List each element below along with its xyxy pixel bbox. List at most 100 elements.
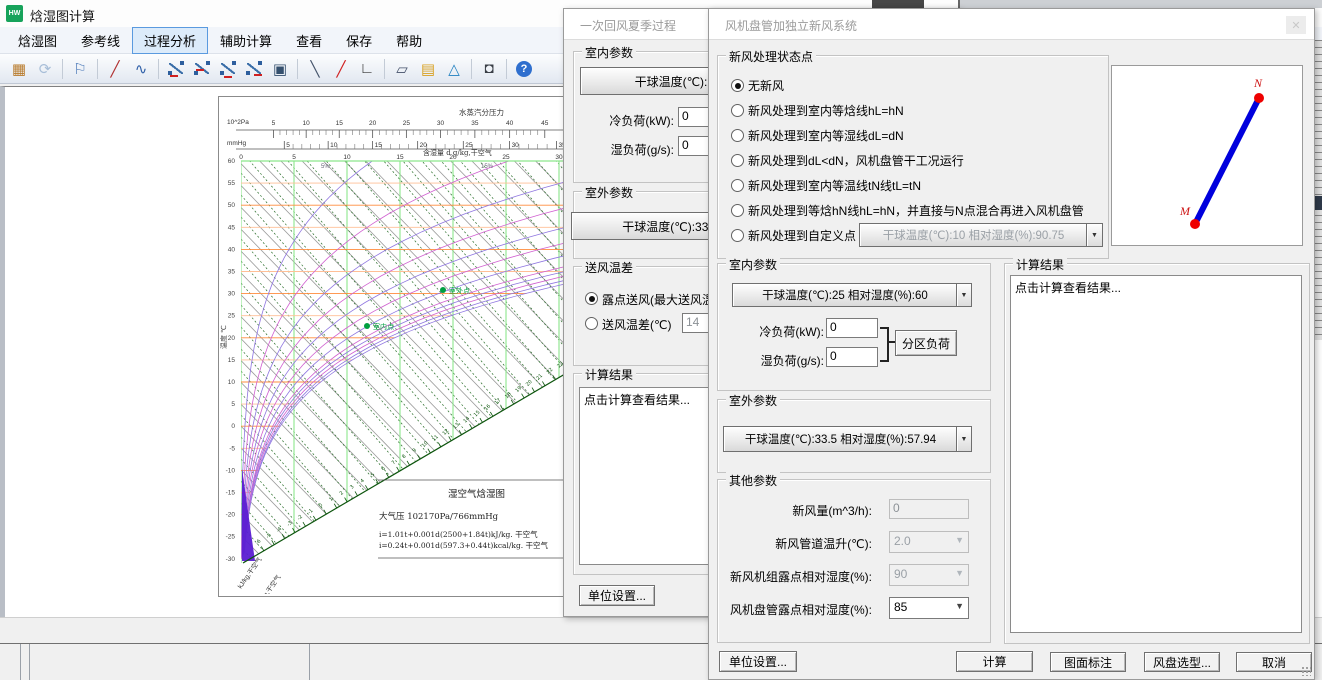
menu-item-5[interactable]: 查看 <box>284 27 334 54</box>
svg-text:15: 15 <box>228 357 236 364</box>
process-preview-panel: M N <box>1111 65 1303 246</box>
unit-settings-button[interactable]: 单位设置... <box>719 651 797 672</box>
svg-text:15: 15 <box>336 120 344 127</box>
psychrometric-chart[interactable]: -6-5-4-3-2-10123456789101112131415161718… <box>218 96 600 597</box>
resize-grip[interactable] <box>1301 666 1311 676</box>
fresh-air-volume-input[interactable]: 0 <box>889 499 969 519</box>
fcu-dewpoint-rh-value: 85 <box>894 600 907 614</box>
svg-text:50: 50 <box>228 202 236 209</box>
menu-item-4[interactable]: 辅助计算 <box>208 27 284 54</box>
svg-text:-6: -6 <box>255 538 263 546</box>
svg-text:-2: -2 <box>296 514 304 522</box>
menu-item-7[interactable]: 帮助 <box>384 27 434 54</box>
svg-text:5%: 5% <box>321 164 330 170</box>
process-line-3-icon[interactable] <box>216 57 240 81</box>
indoor-state-button[interactable]: 干球温度(℃):25 相对湿度(%):60 <box>732 283 958 307</box>
unit-settings-button-back[interactable]: 单位设置... <box>579 585 655 606</box>
custom-point-dropdown-icon[interactable]: ▼ <box>1086 223 1103 247</box>
svg-text:水蒸汽分压力: 水蒸汽分压力 <box>459 107 504 117</box>
group-label: 室外参数 <box>726 392 780 409</box>
help-icon[interactable]: ? <box>512 57 536 81</box>
flag-icon[interactable]: ⚐ <box>68 57 92 81</box>
svg-text:10: 10 <box>343 154 351 161</box>
svg-text:16: 16 <box>483 403 492 412</box>
fcu-dewpoint-rh-label: 风机盘管露点相对湿度(%): <box>717 601 872 618</box>
indoor-state-dropdown-icon[interactable]: ▼ <box>956 283 972 307</box>
cool-load-input[interactable]: 0 <box>826 318 878 338</box>
triangle-icon[interactable]: △ <box>442 57 466 81</box>
svg-text:10: 10 <box>330 142 338 149</box>
calculate-button[interactable]: 计算 <box>956 651 1033 672</box>
status-divider <box>309 644 310 680</box>
box-3d-icon[interactable]: ▱ <box>390 57 414 81</box>
fresh-air-radio-3[interactable] <box>731 129 744 142</box>
outdoor-state-dropdown-icon[interactable]: ▼ <box>956 426 972 452</box>
wet-load-label: 湿负荷(g/s): <box>746 352 824 369</box>
ahu-dewpoint-rh-label: 新风机组露点相对湿度(%): <box>717 568 872 585</box>
radio-supply-diff[interactable] <box>585 317 598 330</box>
refresh-icon[interactable]: ⟳ <box>33 57 57 81</box>
fcu-dewpoint-rh-combo[interactable]: 85▼ <box>889 597 969 619</box>
svg-text:20: 20 <box>228 335 236 342</box>
svg-text:大气压 102170Pa/766mmHg: 大气压 102170Pa/766mmHg <box>379 511 499 522</box>
status-divider <box>20 644 21 680</box>
ahu-dewpoint-rh-combo[interactable]: 90▼ <box>889 564 969 586</box>
outdoor-state-button[interactable]: 干球温度(℃):33.5 相对湿度(%):57.94 <box>723 426 958 452</box>
duct-temp-rise-value: 2.0 <box>894 534 911 548</box>
fresh-air-radio-label-5: 新风处理到室内等温线tN线tL=tN <box>748 177 921 194</box>
fresh-air-radio-5[interactable] <box>731 179 744 192</box>
state-point-icon[interactable]: ▣ <box>268 57 292 81</box>
panel-icon[interactable]: ▤ <box>416 57 440 81</box>
palette-grid-icon[interactable]: ▦ <box>7 57 31 81</box>
svg-text:35: 35 <box>471 120 479 127</box>
svg-text:kcal/kg,干空气: kcal/kg,干空气 <box>251 573 282 594</box>
wet-load-input[interactable]: 0 <box>826 347 878 367</box>
zone-load-button[interactable]: 分区负荷 <box>895 330 957 356</box>
fresh-air-radio-6[interactable] <box>731 204 744 217</box>
polyline-icon[interactable]: ╲ <box>303 57 327 81</box>
menu-item-3[interactable]: 过程分析 <box>132 27 208 54</box>
fresh-air-radio-4[interactable] <box>731 154 744 167</box>
annotate-button[interactable]: 图面标注 <box>1050 652 1126 672</box>
toolbar-separator <box>97 59 98 79</box>
group-label: 室外参数 <box>582 184 636 201</box>
svg-text:11: 11 <box>431 434 440 443</box>
result-textarea[interactable]: 点击计算查看结果... <box>1010 275 1302 633</box>
fresh-air-radio-1[interactable] <box>731 79 744 92</box>
rh-curve-icon[interactable]: ∿ <box>129 57 153 81</box>
process-preview-chart <box>1112 66 1300 243</box>
svg-text:35: 35 <box>228 269 236 276</box>
svg-text:20: 20 <box>420 142 428 149</box>
group-label: 室内参数 <box>726 256 780 273</box>
menu-item-1[interactable]: 焓湿图 <box>6 27 69 54</box>
process-line-4-icon[interactable] <box>242 57 266 81</box>
fcu-selection-button[interactable]: 风盘选型... <box>1144 652 1220 672</box>
fresh-air-radio-label-2: 新风处理到室内等焓线hL=hN <box>748 102 904 119</box>
menu-item-2[interactable]: 参考线 <box>69 27 132 54</box>
custom-point-state-button[interactable]: 干球温度(℃):10 相对湿度(%):90.75 <box>859 223 1088 247</box>
camera-icon[interactable]: ◘ <box>477 57 501 81</box>
dialog-front-titlebar: 风机盘管加独立新风系统 ✕ <box>709 9 1314 40</box>
duct-temp-rise-combo[interactable]: 2.0▼ <box>889 531 969 553</box>
svg-text:0: 0 <box>318 502 324 508</box>
fresh-air-radio-label-6: 新风处理到等焓hN线hL=hN，并直接与N点混合再进入风机盘管 <box>748 202 1084 219</box>
toolbar-separator <box>471 59 472 79</box>
axes-icon[interactable]: ∟ <box>355 57 379 81</box>
red-line-icon[interactable]: ╱ <box>329 57 353 81</box>
radio-dewpoint-supply[interactable] <box>585 292 598 305</box>
process-line-1-icon[interactable] <box>164 57 188 81</box>
duct-temp-rise-label: 新风管道温升(℃): <box>717 535 872 552</box>
svg-text:19: 19 <box>514 385 523 394</box>
fresh-air-radio-2[interactable] <box>731 104 744 117</box>
process-line-2-icon[interactable] <box>190 57 214 81</box>
cool-load-label-back: 冷负荷(kW): <box>594 112 674 129</box>
svg-text:mmHg: mmHg <box>227 140 247 147</box>
close-icon[interactable]: ✕ <box>1286 16 1306 34</box>
svg-text:室内点: 室内点 <box>373 322 394 331</box>
svg-text:-5: -5 <box>229 445 235 452</box>
line-icon[interactable]: ╱ <box>103 57 127 81</box>
toolbar-separator <box>506 59 507 79</box>
svg-text:i=0.24t+0.001d(597.3+0.44t)kca: i=0.24t+0.001d(597.3+0.44t)kcal/kg. 干空气 <box>379 540 549 550</box>
menu-item-6[interactable]: 保存 <box>334 27 384 54</box>
fresh-air-radio-7[interactable] <box>731 229 744 242</box>
